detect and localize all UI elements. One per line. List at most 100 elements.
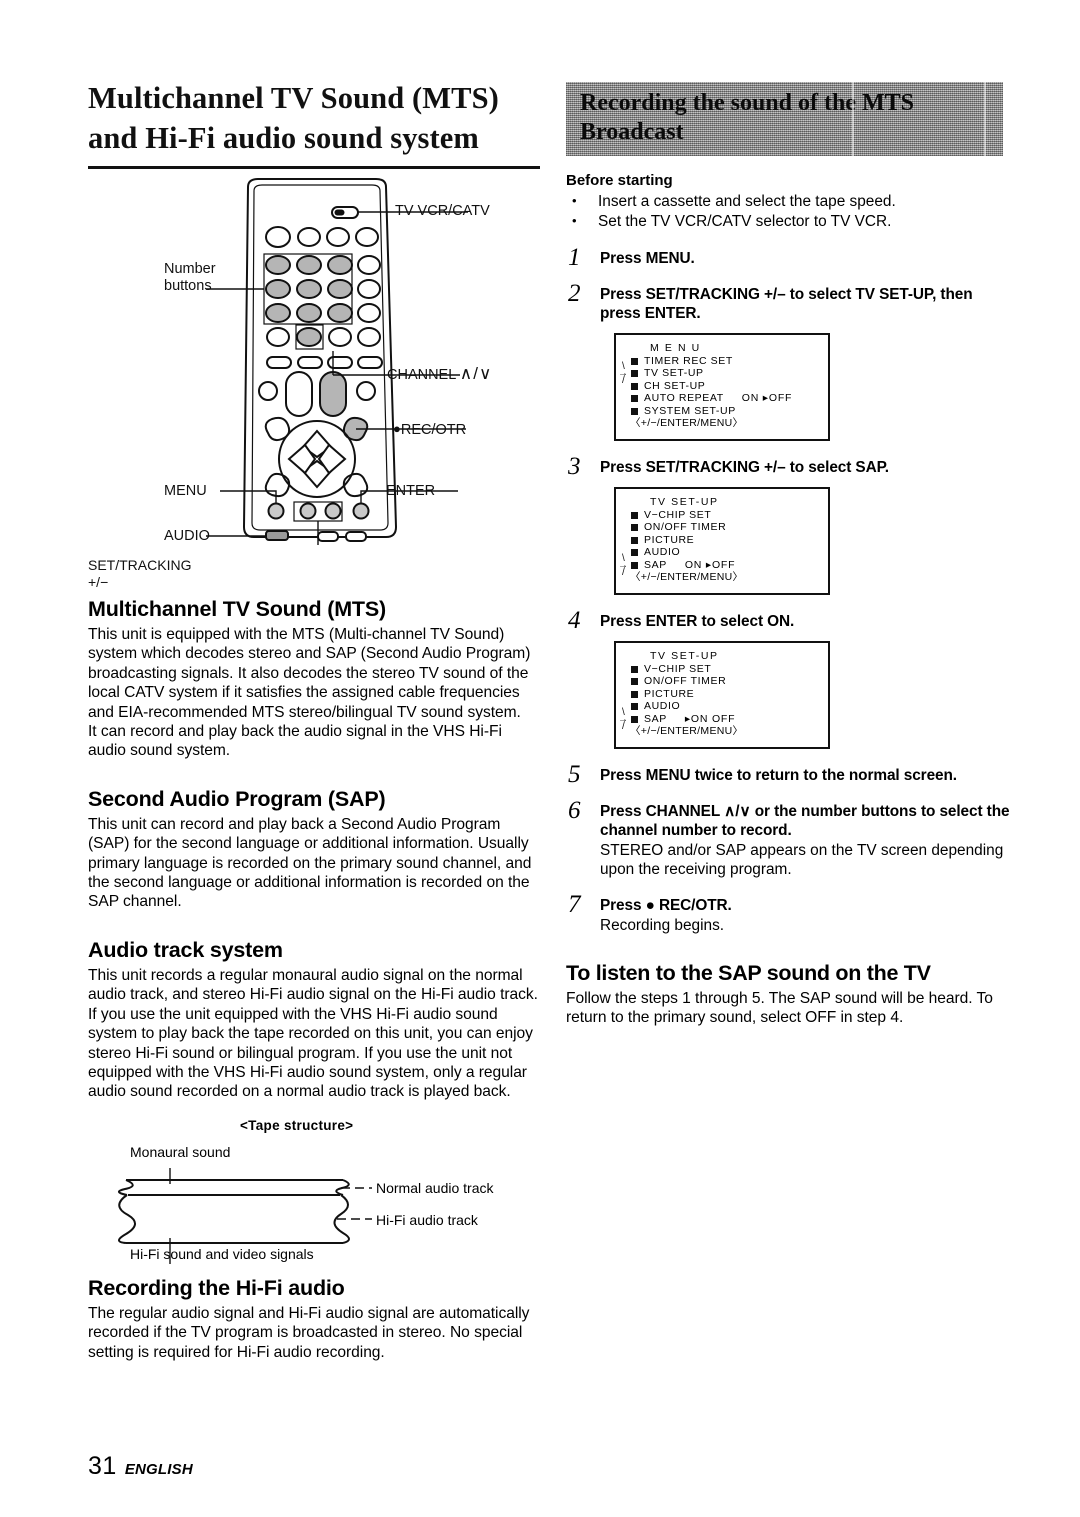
right-column: Recording the sound of the MTS Broadcast… [566,82,1012,1028]
step-7-sub: Recording begins. [600,917,725,934]
tape-structure-drawing [118,1167,372,1264]
osd1-row-2: TV SET-UP → \ / [618,362,828,386]
osd2-row-3: PICTURE [630,534,828,547]
step-7-text: Press ● REC/OTR. [600,897,732,914]
paragraph-recording-hifi: The regular audio signal and Hi-Fi audio… [88,1304,530,1361]
bullet-square-icon [631,357,638,365]
osd3-row-4-label: AUDIO [644,700,681,713]
bullet-square-icon [631,382,638,390]
step-6-sub: STEREO and/or SAP appears on the TV scre… [600,842,1004,878]
paragraph-listen-sap: Follow the steps 1 through 5. The SAP so… [566,990,993,1027]
before-starting-list: Insert a cassette and select the tape sp… [566,191,1012,232]
tv-vcr-catv-switch [331,206,359,219]
label-menu: MENU [164,483,207,499]
label-channel: CHANNEL ∧/∨ [387,365,492,384]
step-4-text: Press ENTER to select ON. [600,613,795,630]
step-7-number: 7 [568,891,581,918]
osd2-title: TV SET-UP [650,496,719,508]
step-2: 2 Press SET/TRACKING +/– to select TV SE… [566,281,1012,323]
osd3-row-3: PICTURE [630,688,828,701]
osd-wrap-tv-setup-on: TV SET-UP V−CHIP SET ON/OFF TIMER PICTUR… [614,641,1012,749]
osd-tv-setup-sap-off: TV SET-UP V−CHIP SET ON/OFF TIMER PICTUR… [614,487,830,595]
step-4: 4 Press ENTER to select ON. [566,608,1012,633]
bullet-square-icon [631,561,638,569]
osd1-row-4-label: AUTO REPEAT [644,392,724,405]
bullet-square-icon [631,690,638,698]
label-number-buttons-line2: buttons [164,278,212,294]
step-6: 6 Press CHANNEL ∧/∨ or the number button… [566,798,1012,879]
paragraph-mts-2: It can record and play back the audio si… [88,723,502,760]
osd3-row-1: V−CHIP SET [630,663,828,676]
label-number-buttons-line1: Number [164,261,216,277]
label-rec-otr: ●REC/OTR [393,420,466,439]
osd1-row-2-label: TV SET-UP [644,367,704,380]
step-1: 1 Press MENU. [566,245,1012,270]
left-column: Multichannel TV Sound (MTS) and Hi-Fi au… [88,78,540,1362]
label-rec-otr-text: REC/OTR [400,422,467,438]
page-title: Multichannel TV Sound (MTS) and Hi-Fi au… [88,81,499,155]
step-4-number: 4 [568,607,581,634]
tape-structure-figure: <Tape structure> Monaural sound Normal a… [88,1118,540,1266]
bullet-square-icon [631,395,638,403]
bullet-square-icon [631,715,638,723]
bullet-square-icon [631,703,638,711]
osd2-row-4: AUDIO [630,546,828,559]
step-1-number: 1 [568,244,581,271]
step-1-text: Press MENU. [600,250,695,267]
label-set-tracking-line2: +/− [88,574,109,590]
bullet-square-icon [631,536,638,544]
osd-menu-main: M E N U TIMER REC SET TV SET-UP → \ / CH… [614,333,830,441]
step-6-number: 6 [568,797,581,824]
heading-mts: Multichannel TV Sound (MTS) [88,597,386,621]
osd3-title: TV SET-UP [650,650,719,662]
osd1-title: M E N U [650,342,701,354]
step-3-number: 3 [568,453,581,480]
bullet-square-icon [631,549,638,557]
tape-structure-caption: <Tape structure> [240,1117,354,1133]
label-tv-vcr-catv: TV VCR/CATV [395,203,490,219]
osd3-row-4: AUDIO [630,700,828,713]
step-2-number: 2 [568,280,581,307]
step-5: 5 Press MENU twice to return to the norm… [566,762,1012,787]
heading-listen-sap: To listen to the SAP sound on the TV [566,961,931,985]
bullet-square-icon [631,511,638,519]
heading-sap: Second Audio Program (SAP) [88,786,386,811]
osd1-row-3: CH SET-UP [630,380,828,393]
channel-updown-icon: ∧/∨ [459,364,493,383]
osd2-row-4-label: AUDIO [644,546,681,559]
page-language: ENGLISH [124,1461,193,1478]
step-3-text: Press SET/TRACKING +/– to select SAP. [600,459,889,476]
osd2-row-2: ON/OFF TIMER [630,521,828,534]
osd3-row-2-label: ON/OFF TIMER [644,675,727,688]
osd2-row-2-label: ON/OFF TIMER [644,521,727,534]
bullet-square-icon [631,665,638,673]
step-3: 3 Press SET/TRACKING +/– to select SAP. [566,454,1012,479]
osd1-blink-mark-2: / [622,375,626,387]
label-set-tracking-line1: SET/TRACKING [88,557,192,573]
osd3-row-1-label: V−CHIP SET [644,662,712,675]
osd2-hint: 〈+/−/ENTER/MENU〉 [630,571,744,583]
step-5-text: Press MENU twice to return to the normal… [600,767,957,784]
osd2-row-1-label: V−CHIP SET [644,508,712,521]
osd3-hint: 〈+/−/ENTER/MENU〉 [630,725,744,737]
heading-recording-hifi-audio: Recording the Hi-Fi audio [88,1275,345,1300]
label-enter: ENTER [386,483,436,499]
osd3-row-3-label: PICTURE [644,687,695,700]
osd1-blink-mark: \ [622,361,626,373]
bullet-square-icon [631,370,638,378]
osd1-row-4: AUTO REPEAT ON ▸OFF [630,392,828,405]
paragraph-ats-2: If you use the unit equipped with the VH… [88,1005,533,1101]
bullet-square-icon [631,678,638,686]
step-5-number: 5 [568,761,581,788]
label-channel-text: CHANNEL [387,367,456,383]
remote-control-drawing [206,178,468,545]
osd1-row-3-label: CH SET-UP [644,379,706,392]
osd1-row-1: TIMER REC SET [630,355,828,368]
osd2-blink-mark-2: / [622,566,626,578]
title-rule [88,166,540,169]
remote-control-figure: TV VCR/CATV Number buttons CHANNEL ∧/∨ ●… [88,175,540,590]
osd1-hint: 〈+/−/ENTER/MENU〉 [630,417,744,429]
paragraph-mts-1: This unit is equipped with the MTS (Mult… [88,626,531,721]
label-audio: AUDIO [164,528,210,544]
osd-wrap-tv-setup-off: TV SET-UP V−CHIP SET ON/OFF TIMER PICTUR… [614,487,1012,595]
